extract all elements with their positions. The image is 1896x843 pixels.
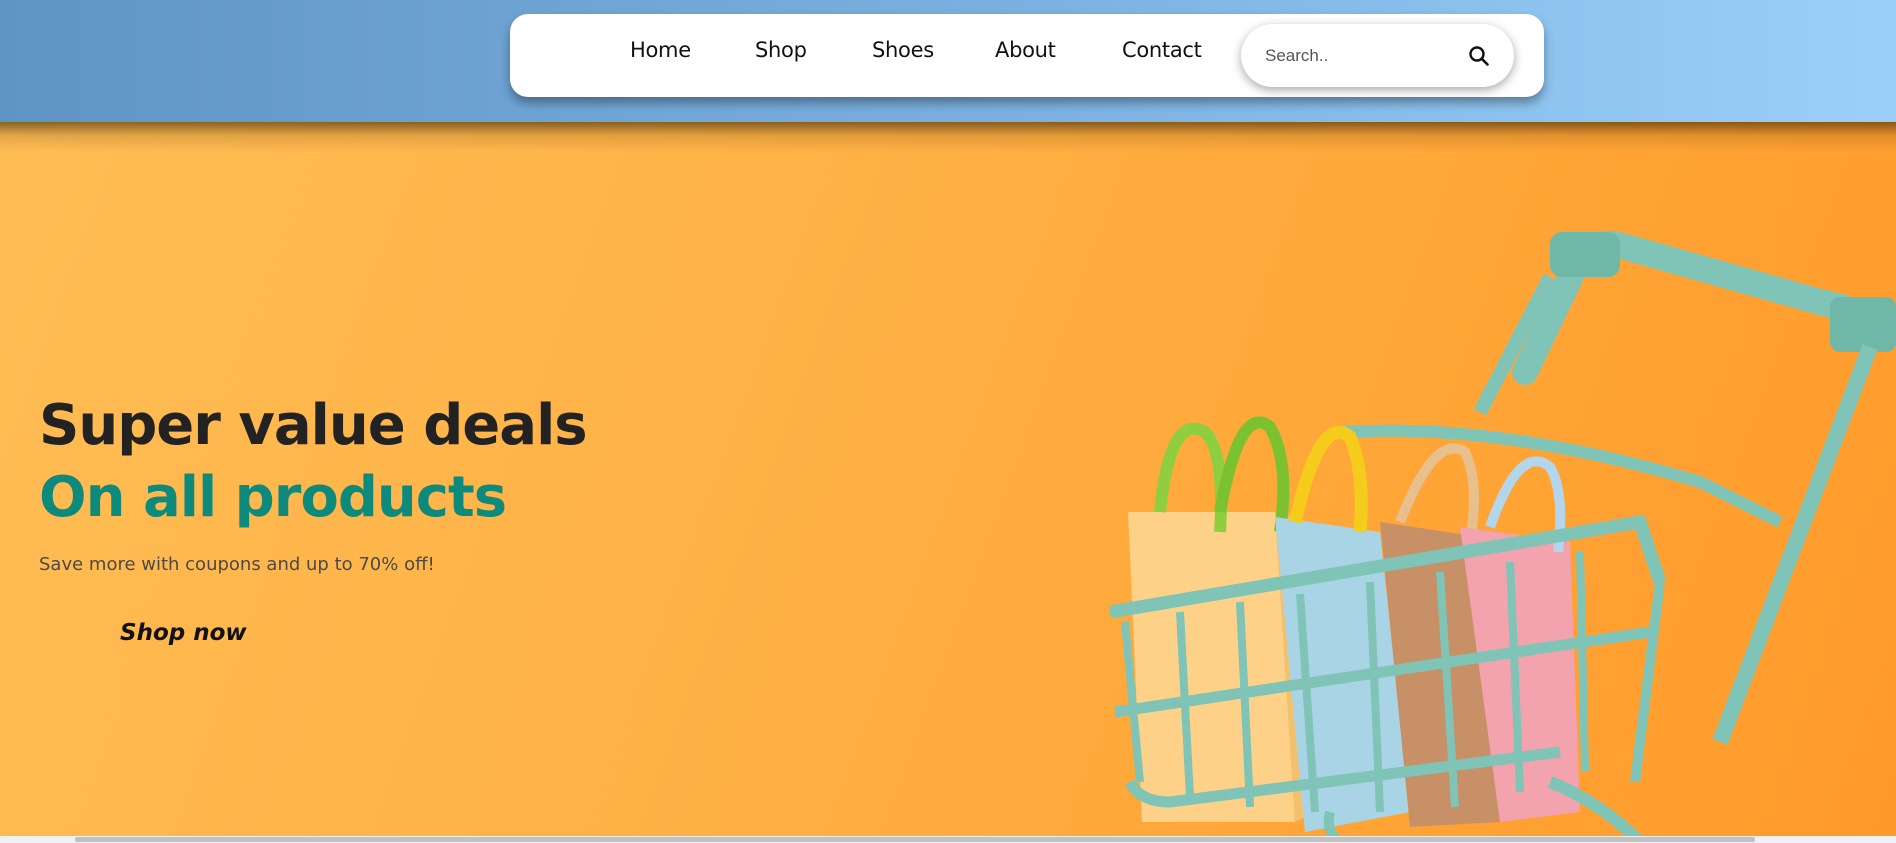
- hero-description: Save more with coupons and up to 70% off…: [39, 554, 435, 575]
- hero-subheadline: On all products: [39, 465, 507, 530]
- search-icon[interactable]: [1467, 44, 1491, 68]
- shop-now-button[interactable]: Shop now: [120, 620, 247, 646]
- hero-headline: Super value deals: [39, 393, 588, 458]
- shopping-cart-image: [1108, 230, 1896, 836]
- main-navbar: Home Shop Shoes About Contact: [510, 14, 1544, 97]
- nav-link-contact[interactable]: Contact: [1122, 38, 1202, 62]
- scrollbar-thumb[interactable]: [75, 837, 1755, 842]
- horizontal-scrollbar[interactable]: [0, 836, 1896, 843]
- nav-link-shop[interactable]: Shop: [755, 38, 807, 62]
- search-box: [1241, 24, 1514, 87]
- search-input[interactable]: [1265, 42, 1455, 70]
- hero-banner: Super value deals On all products Save m…: [0, 122, 1896, 836]
- nav-link-shoes[interactable]: Shoes: [872, 38, 934, 62]
- header-shadow: [0, 122, 1896, 152]
- nav-link-about[interactable]: About: [995, 38, 1056, 62]
- nav-link-home[interactable]: Home: [630, 38, 691, 62]
- hero-text: Super value deals On all products Save m…: [39, 390, 588, 646]
